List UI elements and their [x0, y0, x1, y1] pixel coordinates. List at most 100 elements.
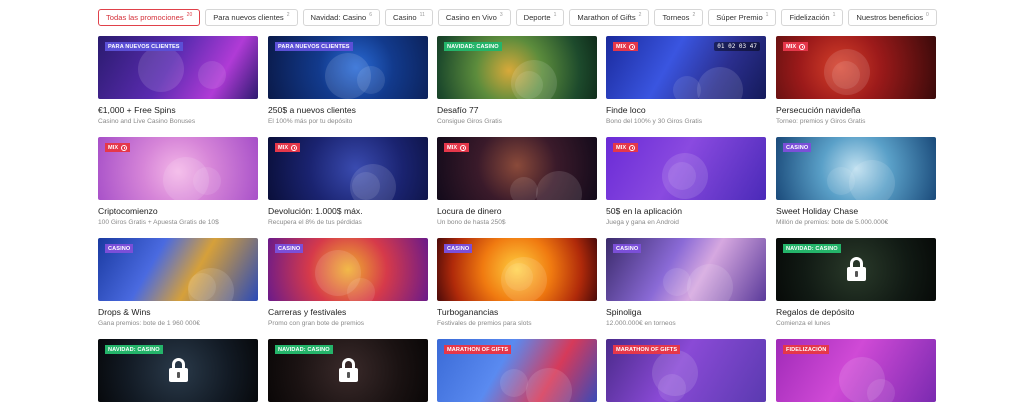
promo-image[interactable]: NAVIDAD: CASINO [268, 339, 428, 402]
filter-chip-navidad-casino[interactable]: Navidad: Casino 6 [302, 9, 381, 26]
promo-image[interactable]: MIX [98, 137, 258, 200]
promo-subtitle: Promo con gran bote de premios [268, 320, 365, 327]
filter-chip-count: 0 [926, 11, 929, 18]
promo-card[interactable]: MIX Persecución navideña Torneo: premios y… [776, 36, 936, 125]
lock-icon [847, 257, 866, 281]
filter-chip-todas-las-promociones[interactable]: Todas las promociones 20 [98, 9, 201, 26]
promo-card[interactable]: MIX Locura de dinero Un bono de hasta 250$ [437, 137, 597, 226]
filter-chip-para-nuevos-clientes[interactable]: Para nuevos clientes 2 [205, 9, 298, 26]
promo-card[interactable]: NAVIDAD: CASINO [268, 339, 428, 402]
decor-glow [668, 162, 696, 190]
promo-card[interactable]: 01 02 03 47 MIX Finde loco Bono del 100% y … [606, 36, 766, 125]
promo-category-label: CASINO [108, 245, 131, 252]
promo-image[interactable]: NAVIDAD: CASINO [776, 238, 936, 301]
filter-chip-label: Para nuevos clientes [213, 13, 284, 22]
promo-card[interactable]: FIDELIZACIÓN [776, 339, 936, 402]
promo-category-badge: CASINO [105, 244, 134, 253]
promo-title[interactable]: Devolución: 1.000$ máx. [268, 206, 428, 216]
filter-chip-label: Súper Premio [716, 13, 763, 22]
filter-chip-s-per-premio[interactable]: Súper Premio 1 [708, 9, 777, 26]
promo-subtitle: Bono del 100% y 30 Giros Gratis [606, 118, 703, 125]
promo-subtitle: Casino and Live Casino Bonuses [98, 118, 196, 125]
promo-category-label: MARATHON OF GIFTS [616, 346, 678, 353]
promo-title[interactable]: Persecución navideña [776, 105, 936, 115]
promo-category-label: NAVIDAD: CASINO [786, 245, 838, 252]
filter-chip-casino-en-vivo[interactable]: Casino en Vivo 3 [437, 9, 511, 26]
promo-subtitle: El 100% más por tu depósito [268, 118, 353, 125]
promo-category-badge: NAVIDAD: CASINO [444, 42, 502, 51]
promo-image[interactable]: CASINO [776, 137, 936, 200]
promo-image[interactable]: PARA NUEVOS CLIENTES [268, 36, 428, 99]
promo-title[interactable]: Desafío 77 [437, 105, 597, 115]
promo-title[interactable]: Sweet Holiday Chase [776, 206, 936, 216]
promo-category-badge: MIX [275, 143, 301, 152]
promo-image[interactable]: CASINO [98, 238, 258, 301]
promo-card[interactable]: NAVIDAD: CASINO Regalos de depósito Comien… [776, 238, 936, 327]
promo-category-badge: MARATHON OF GIFTS [613, 345, 681, 354]
promo-image[interactable]: CASINO [268, 238, 428, 301]
filter-chip-casino[interactable]: Casino 11 [385, 9, 433, 26]
filter-chip-torneos[interactable]: Torneos 2 [654, 9, 704, 26]
promo-card[interactable]: PARA NUEVOS CLIENTES €1,000 + Free Spins C… [98, 36, 258, 125]
promo-image[interactable]: CASINO [606, 238, 766, 301]
decor-glow [500, 369, 528, 397]
promo-card[interactable]: CASINO Drops & Wins Gana premios: bote de … [98, 238, 258, 327]
promo-card[interactable]: CASINO Spinoliga 12.000.000€ en torneos [606, 238, 766, 327]
promo-image[interactable]: FIDELIZACIÓN [776, 339, 936, 402]
promo-category-badge: PARA NUEVOS CLIENTES [105, 42, 183, 51]
lock-icon [169, 358, 188, 382]
promo-image[interactable]: NAVIDAD: CASINO [437, 36, 597, 99]
filter-chip-deporte[interactable]: Deporte 1 [515, 9, 565, 26]
filter-chip-marathon-of-gifts[interactable]: Marathon of Gifts 2 [569, 9, 650, 26]
promo-image[interactable]: MARATHON OF GIFTS [437, 339, 597, 402]
promo-image[interactable]: MIX [268, 137, 428, 200]
promo-title[interactable]: 50$ en la aplicación [606, 206, 766, 216]
decor-glow [357, 66, 385, 94]
promo-title[interactable]: €1,000 + Free Spins [98, 105, 258, 115]
promo-image[interactable]: MARATHON OF GIFTS [606, 339, 766, 402]
promo-title[interactable]: Finde loco [606, 105, 766, 115]
promo-title[interactable]: Locura de dinero [437, 206, 597, 216]
promo-card[interactable]: CASINO Turboganancias Festivales de premio… [437, 238, 597, 327]
promo-image[interactable]: MIX [776, 36, 936, 99]
promo-card[interactable]: NAVIDAD: CASINO [98, 339, 258, 402]
promo-title[interactable]: Criptocomienzo [98, 206, 258, 216]
promo-card[interactable]: CASINO Carreras y festivales Promo con gra… [268, 238, 428, 327]
filter-chip-nuestros-beneficios[interactable]: Nuestros beneficios 0 [848, 9, 937, 26]
promo-subtitle: Recupera el 8% de tus pérdidas [268, 219, 362, 226]
promo-image[interactable]: MIX [606, 137, 766, 200]
promo-title[interactable]: Turboganancias [437, 307, 597, 317]
promo-image[interactable]: PARA NUEVOS CLIENTES [98, 36, 258, 99]
promo-category-badge: CASINO [783, 143, 812, 152]
promo-card[interactable]: MIX 50$ en la aplicación Juega y gana en A… [606, 137, 766, 226]
filter-chip-label: Casino [393, 13, 417, 22]
decor-glow [188, 273, 216, 301]
promo-image[interactable]: 01 02 03 47 MIX [606, 36, 766, 99]
promo-title[interactable]: Spinoliga [606, 307, 766, 317]
promo-image[interactable]: NAVIDAD: CASINO [98, 339, 258, 402]
promo-category-label: CASINO [786, 144, 809, 151]
decor-glow [510, 177, 538, 200]
filter-chip-fidelizaci-n[interactable]: Fidelización 1 [781, 9, 844, 26]
decor-glow [832, 61, 860, 89]
promo-subtitle: Consigue Giros Gratis [437, 118, 502, 125]
promo-card[interactable]: NAVIDAD: CASINO Desafío 77 Consigue Giros … [437, 36, 597, 125]
promo-title[interactable]: Regalos de depósito [776, 307, 936, 317]
promo-category-label: MARATHON OF GIFTS [447, 346, 509, 353]
promo-subtitle: Comienza el lunes [776, 320, 831, 327]
decor-glow [536, 171, 582, 200]
promo-card[interactable]: MARATHON OF GIFTS [437, 339, 597, 402]
promo-category-badge: MIX [613, 42, 639, 51]
filter-chip-label: Navidad: Casino [310, 13, 367, 22]
promo-card[interactable]: MARATHON OF GIFTS [606, 339, 766, 402]
promo-card[interactable]: CASINO Sweet Holiday Chase Millón de premi… [776, 137, 936, 226]
lock-icon [339, 358, 358, 382]
promo-card[interactable]: PARA NUEVOS CLIENTES 250$ a nuevos client… [268, 36, 428, 125]
promo-card[interactable]: MIX Devolución: 1.000$ máx. Recupera el 8%… [268, 137, 428, 226]
promo-image[interactable]: MIX [437, 137, 597, 200]
promo-card[interactable]: MIX Criptocomienzo 100 Giros Gratis + Apue… [98, 137, 258, 226]
promo-title[interactable]: Carreras y festivales [268, 307, 428, 317]
promo-title[interactable]: Drops & Wins [98, 307, 258, 317]
promo-image[interactable]: CASINO [437, 238, 597, 301]
promo-title[interactable]: 250$ a nuevos clientes [268, 105, 428, 115]
